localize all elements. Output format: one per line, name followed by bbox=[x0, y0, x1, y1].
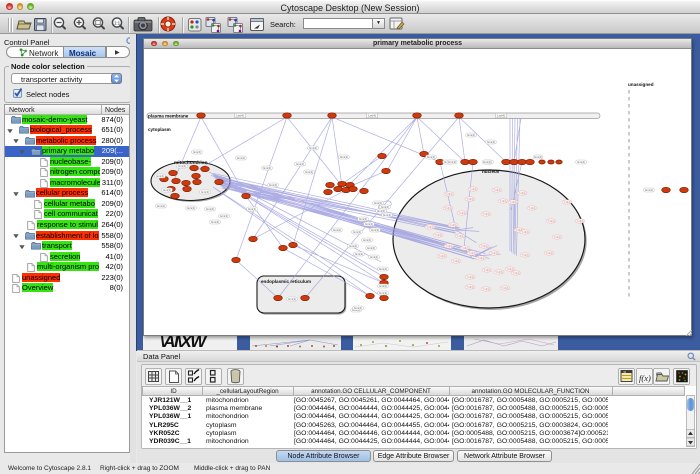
svg-text:f(x): f(x) bbox=[639, 373, 651, 383]
